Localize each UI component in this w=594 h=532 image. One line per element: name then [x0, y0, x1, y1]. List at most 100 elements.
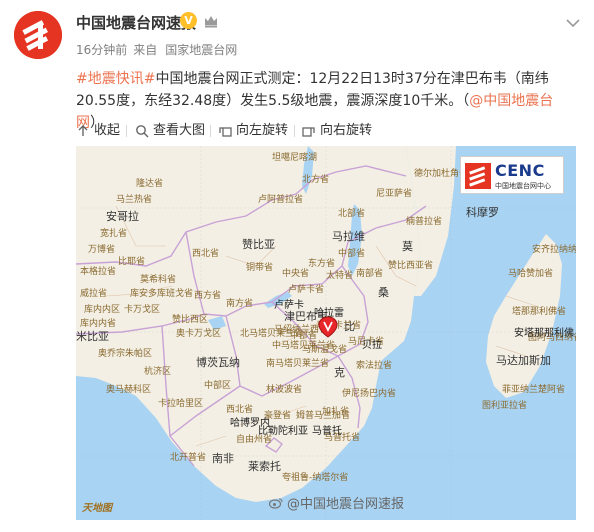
rotate-right-label: 向右旋转 [320, 123, 373, 138]
weibo-icon [268, 498, 283, 509]
post-header: 中国地震台网速报 V 16分钟前 来自 国家地震台网 [0, 0, 594, 64]
post-source[interactable]: 国家地震台网 [165, 43, 237, 57]
map-region-label: 北方省 [302, 175, 330, 185]
map-region-label: 卢萨卡省 [288, 285, 325, 295]
view-large-button[interactable]: 查看大图 [135, 121, 205, 141]
map-region-label: 林波波省 [266, 385, 303, 395]
map-region-label: 库安多库班戈省 [130, 289, 194, 299]
rotate-left-label: 向左旋转 [236, 123, 289, 138]
watermark-text: @中国地震台网速报 [286, 497, 404, 512]
map-region-label: 南部省 [356, 269, 384, 279]
cenc-logo: CENC 中国地震台网中心 [460, 156, 564, 194]
map-region-label: 隆达省 [136, 179, 164, 189]
map-region-label: 奥乔宗朱帕区 [98, 349, 153, 359]
map-region-label: 中部省 [338, 249, 366, 259]
member-crown-icon[interactable] [203, 13, 219, 29]
map-region-label: 中央省 [282, 269, 310, 279]
map-region-label: 铜带省 [246, 263, 274, 273]
map-region-label: 万博省 [88, 245, 116, 255]
map-region-label: 坦噶尼喀湖 [272, 153, 318, 163]
city-label: 贝拉 [362, 340, 382, 351]
city-label: 卢萨卡 [274, 300, 304, 311]
magnifier-icon [136, 125, 149, 138]
map-region-label: 安齐拉纳纳省 [532, 245, 576, 255]
city-label: 马普托 [312, 426, 342, 437]
map-region-label: 中部区 [204, 381, 232, 391]
rotate-right-button[interactable]: 向右旋转 [302, 121, 372, 141]
map-region-label: 库内内区 [84, 305, 121, 315]
author-name[interactable]: 中国地震台网速报 [76, 12, 196, 33]
map-region-label: 马兰热省 [116, 195, 153, 205]
map-region-label: 中部省 [290, 331, 318, 341]
map-region-label: 夸祖鲁-纳塔尔省 [282, 473, 349, 483]
toolbar-divider [126, 125, 127, 137]
country-label: 马拉维 [332, 230, 365, 243]
toolbar-divider [210, 125, 211, 137]
toolbar-divider [294, 125, 295, 137]
country-label: 安哥拉 [106, 210, 139, 223]
map-region-label: 尼亚萨省 [376, 189, 413, 199]
country-label: 马达加斯加 [496, 354, 551, 367]
tianditu-logo: 天地图 [82, 503, 112, 514]
rotate-left-icon [219, 127, 232, 137]
map-region-label: 塔那那利佛省 [512, 307, 567, 317]
map-region-label: 马哈赞加省 [508, 269, 554, 279]
earthquake-map-image[interactable]: 安哥拉 赞比亚 马拉维 莫 桑 比 克 津巴布韦 米比亚 博茨瓦纳 南非 莱索托… [76, 146, 576, 520]
map-region-label: 赞比西亚省 [388, 261, 434, 271]
map-region-label: 比耶省 [118, 257, 146, 267]
country-label: 博茨瓦纳 [196, 356, 240, 369]
rotate-right-icon [302, 127, 315, 137]
rotate-left-button[interactable]: 向左旋转 [218, 121, 288, 141]
weibo-watermark: @中国地震台网速报 [268, 493, 404, 512]
map-region-label: 本格拉省 [80, 267, 117, 277]
map-region-label: 宽扎省 [100, 229, 128, 239]
cenc-subtitle: 中国地震台网中心 [495, 182, 551, 190]
map-region-label: 奥马赫科区 [106, 385, 152, 395]
map-region-label: 楠普拉省 [406, 217, 443, 227]
map-region-label: 南马塔贝莱兰省 [266, 359, 330, 369]
image-toolbar: 收起 查看大图 向左旋转 向右旋转 [76, 121, 576, 141]
country-label: 莫 [402, 240, 413, 253]
map-region-label: 卡万戈区 [124, 305, 161, 315]
hashtag-link[interactable]: #地震快讯# [76, 71, 155, 87]
country-label: 克 [334, 366, 345, 379]
map-region-label: 菲亚纳兰楚阿省 [502, 385, 566, 395]
map-region-label: 卡拉哈里区 [158, 399, 204, 409]
map-region-label: 南方省 [226, 299, 254, 309]
map-region-label: 图利亚拉省 [482, 401, 528, 411]
map-region-label: 索法拉省 [356, 361, 393, 371]
view-large-label: 查看大图 [153, 123, 206, 138]
map-region-label: 库内内省 [80, 319, 117, 329]
collapse-label: 收起 [94, 123, 121, 138]
map-region-label: 奥卡万戈区 [176, 329, 222, 339]
collapse-button[interactable]: 收起 [76, 121, 120, 141]
map-region-label: 伊尼扬巴内省 [342, 389, 397, 399]
map-region-label: 北部省 [338, 209, 366, 219]
avatar[interactable] [14, 11, 62, 59]
map-region-label: 北开普省 [170, 453, 207, 463]
map-region-label: 卢阿普拉省 [258, 195, 304, 205]
country-label: 米比亚 [76, 330, 109, 343]
map-region-label: 莫希科省 [140, 275, 177, 285]
map-region-label: 威拉省 [80, 289, 108, 299]
map-region-label: 姆普马兰加省 [296, 411, 351, 421]
chevron-down-icon[interactable] [566, 18, 580, 28]
post-time[interactable]: 16分钟前 [76, 43, 127, 57]
map-region-label: 赞比西区 [172, 315, 209, 325]
epicenter-marker-icon [318, 316, 338, 338]
map-region-label: 西方省 [194, 291, 222, 301]
country-label: 桑 [378, 286, 389, 299]
country-label: 莱索托 [248, 460, 281, 473]
source-prefix: 来自 [133, 43, 158, 57]
country-label: 科摩罗 [466, 206, 499, 219]
city-label: 比勒陀利亚 [258, 426, 308, 437]
verified-badge-icon: V [180, 12, 197, 29]
map-region-label: 太特省 [326, 271, 354, 281]
map-region-label: 西北省 [192, 249, 220, 259]
post-meta: 16分钟前 来自 国家地震台网 [76, 41, 243, 58]
collapse-icon [78, 125, 88, 136]
city-label: 安塔那那利佛 [514, 328, 574, 339]
country-label: 赞比亚 [242, 238, 275, 251]
cenc-mark-icon [465, 163, 491, 189]
map-region-label: 杭济区 [144, 367, 172, 377]
